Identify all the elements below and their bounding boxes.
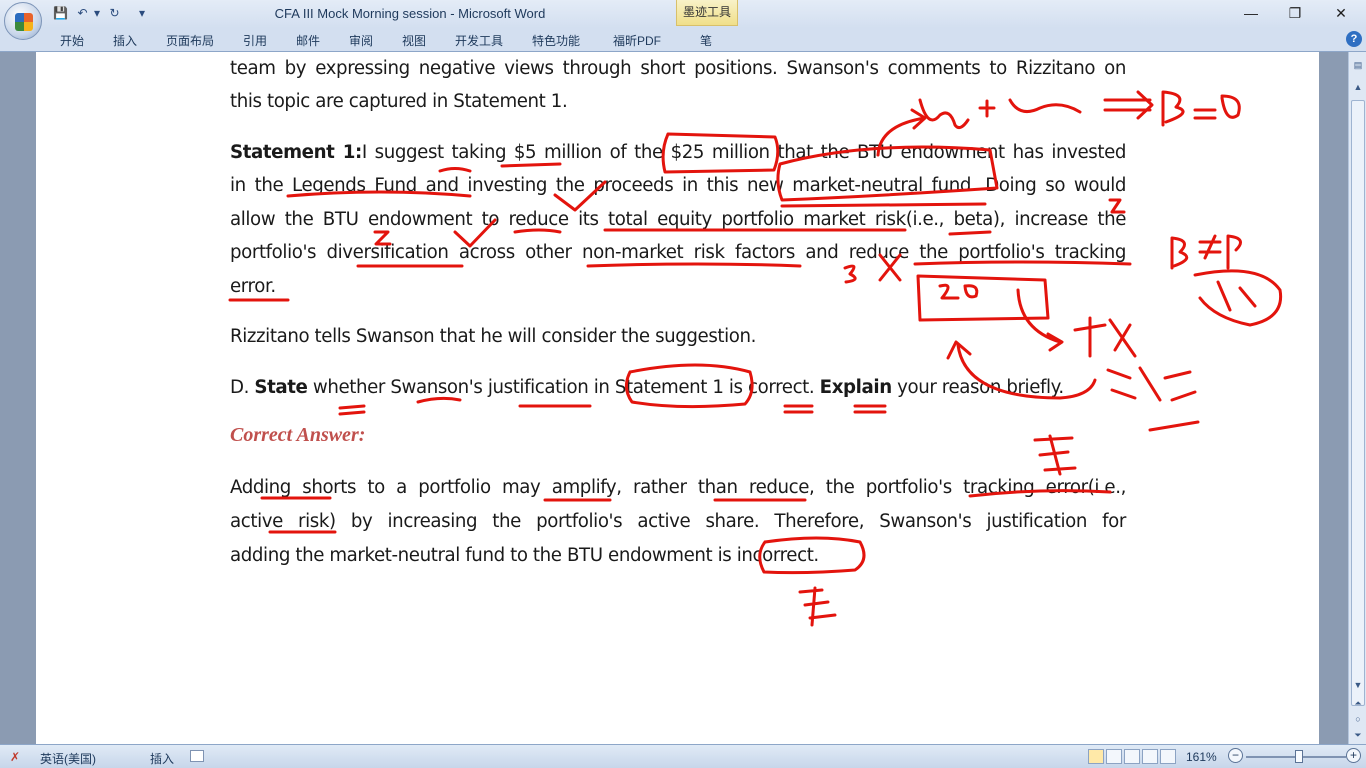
tab-insert[interactable]: 插入 xyxy=(113,32,137,49)
correct-answer-heading: Correct Answer: xyxy=(230,424,366,446)
close-button[interactable]: ✕ xyxy=(1324,2,1358,24)
ink-tools-context-tab: 墨迹工具 xyxy=(676,0,738,26)
intro-paragraph-line: this topic are captured in Statement 1. xyxy=(230,91,568,112)
browse-object-icon[interactable]: ○ xyxy=(1351,712,1365,726)
scroll-down-icon[interactable]: ▼ xyxy=(1351,678,1365,692)
zoom-in-icon[interactable]: + xyxy=(1346,748,1361,763)
intro-paragraph-line: team by expressing negative views throug… xyxy=(230,58,1126,79)
office-logo-icon xyxy=(15,13,33,31)
ribbon-tab-bar: 开始 插入 页面布局 引用 邮件 审阅 视图 开发工具 特色功能 福昕PDF 笔 xyxy=(0,28,1366,52)
tab-features[interactable]: 特色功能 xyxy=(532,32,580,49)
answer-paragraph-line: adding the market-neutral fund to the BT… xyxy=(230,545,819,566)
tab-mailings[interactable]: 邮件 xyxy=(296,32,320,49)
tab-home[interactable]: 开始 xyxy=(60,32,84,49)
answer-paragraph-line: active risk) by increasing the portfolio… xyxy=(230,511,1126,532)
statement-1-line: error. xyxy=(230,276,276,297)
rizzitano-paragraph: Rizzitano tells Swanson that he will con… xyxy=(230,326,757,347)
tab-references[interactable]: 引用 xyxy=(243,32,267,49)
draft-view-icon[interactable] xyxy=(1160,749,1176,764)
document-area: team by expressing negative views throug… xyxy=(0,52,1348,744)
ruler-toggle-icon[interactable]: ▤ xyxy=(1351,58,1365,72)
full-screen-reading-icon[interactable] xyxy=(1106,749,1122,764)
statement-1-line: Statement 1:I suggest taking $5 million … xyxy=(230,142,1126,163)
help-icon[interactable]: ? xyxy=(1346,31,1362,47)
tab-developer[interactable]: 开发工具 xyxy=(455,32,503,49)
title-bar: 💾 ↶ ▾ ↻ ▾ CFA III Mock Morning session -… xyxy=(0,0,1366,40)
print-layout-view-icon[interactable] xyxy=(1088,749,1104,764)
statement-1-line: allow the BTU endowment to reduce its to… xyxy=(230,209,1126,230)
spelling-check-icon[interactable]: ✗ xyxy=(10,750,20,764)
scroll-thumb[interactable] xyxy=(1351,100,1365,706)
restore-button[interactable]: ❐ xyxy=(1278,2,1312,24)
zoom-out-icon[interactable]: − xyxy=(1228,748,1243,763)
document-page[interactable]: team by expressing negative views throug… xyxy=(36,52,1319,744)
question-state-keyword: State xyxy=(254,377,308,398)
office-button[interactable] xyxy=(4,2,42,40)
tab-view[interactable]: 视图 xyxy=(402,32,426,49)
statement-1-line: portfolio's diversification across other… xyxy=(230,242,1126,263)
tab-foxit-pdf[interactable]: 福昕PDF xyxy=(613,32,661,49)
insert-mode-status[interactable]: 插入 xyxy=(150,750,174,767)
tab-page-layout[interactable]: 页面布局 xyxy=(166,32,214,49)
question-explain-keyword: Explain xyxy=(819,377,892,398)
minimize-button[interactable]: — xyxy=(1234,2,1268,24)
status-bar: ✗ 英语(美国) 插入 161% − + xyxy=(0,744,1366,768)
scroll-up-icon[interactable]: ▲ xyxy=(1351,80,1365,94)
previous-page-icon[interactable]: ⏶ xyxy=(1351,696,1365,710)
tab-pen[interactable]: 笔 xyxy=(700,32,712,49)
outline-view-icon[interactable] xyxy=(1142,749,1158,764)
tab-review[interactable]: 审阅 xyxy=(349,32,373,49)
statement-1-line: in the Legends Fund and investing the pr… xyxy=(230,175,1126,196)
next-page-icon[interactable]: ⏷ xyxy=(1351,728,1365,742)
language-status[interactable]: 英语(美国) xyxy=(40,750,96,767)
zoom-level[interactable]: 161% xyxy=(1186,750,1217,764)
vertical-scrollbar[interactable]: ▤ ▲ ▼ ⏶ ○ ⏷ xyxy=(1348,52,1366,744)
zoom-slider-handle[interactable] xyxy=(1295,750,1303,763)
statement-label: Statement 1: xyxy=(230,142,362,163)
question-d: D. State whether Swanson's justification… xyxy=(230,377,1064,398)
web-layout-icon[interactable] xyxy=(1124,749,1140,764)
answer-paragraph-line: Adding shorts to a portfolio may amplify… xyxy=(230,477,1126,498)
macro-record-icon[interactable] xyxy=(190,750,204,762)
statement-text: I suggest taking $5 million of the $25 m… xyxy=(361,142,1126,163)
